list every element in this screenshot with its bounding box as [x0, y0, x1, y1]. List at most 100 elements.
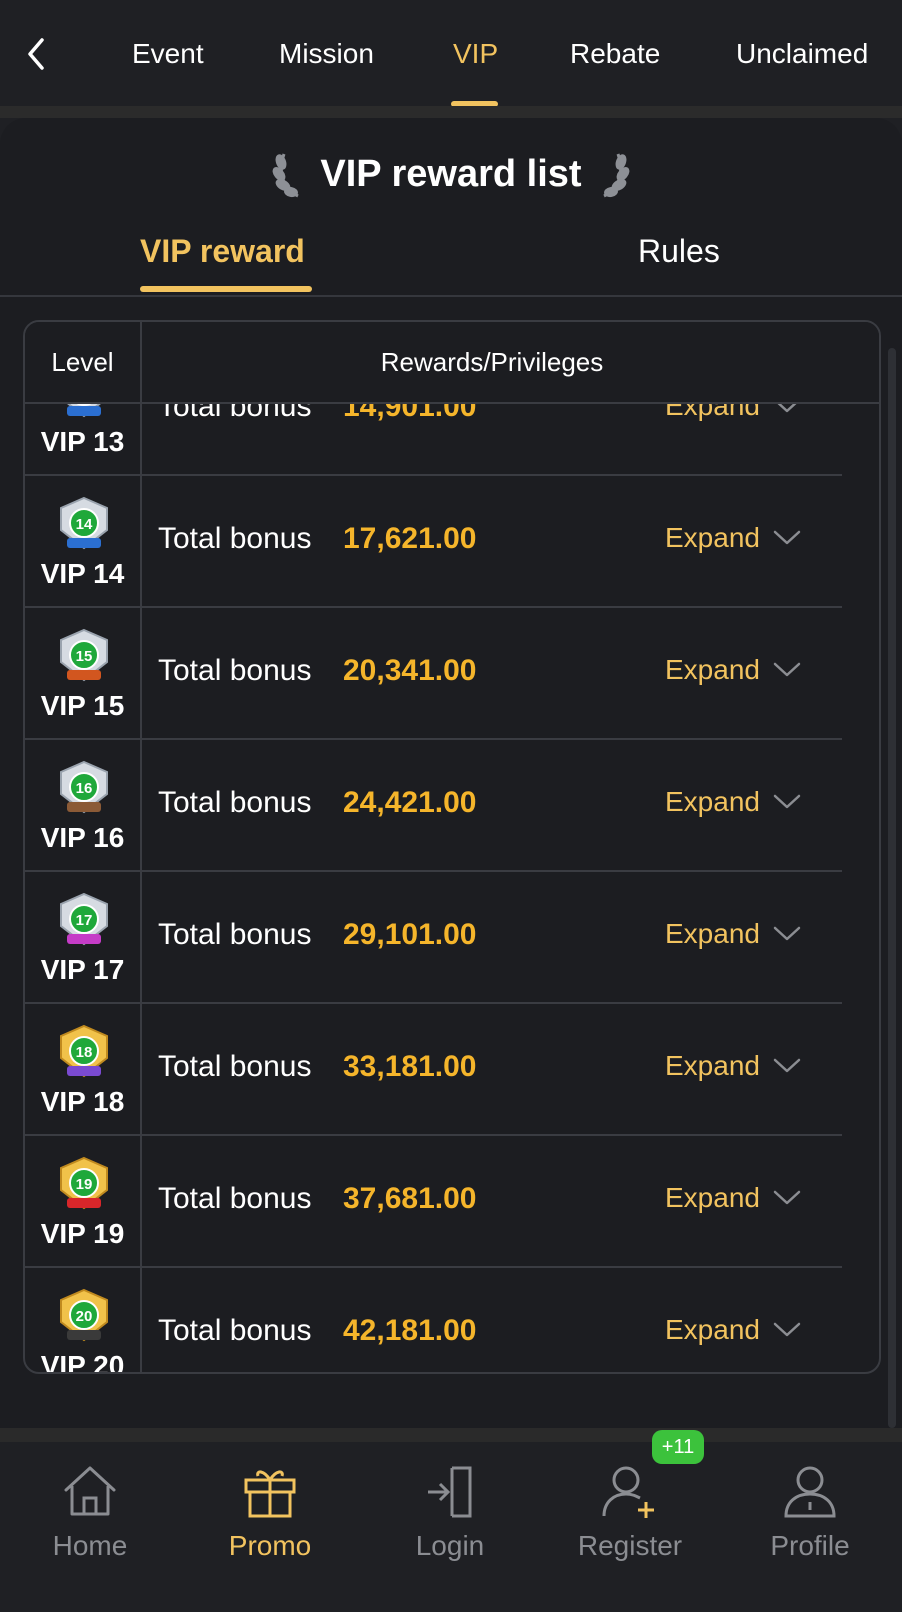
expand-button[interactable]: Expand	[665, 1182, 802, 1214]
chevron-down-icon	[773, 530, 801, 545]
badge-number: 20	[76, 1308, 93, 1325]
badge-number: 15	[76, 648, 93, 665]
divider	[0, 295, 902, 297]
expand-label: Expand	[665, 522, 760, 553]
vip-badge-icon: 13	[67, 404, 101, 418]
laurel-right-icon	[602, 153, 630, 198]
bonus-value: 29,101.00	[343, 918, 477, 951]
level-label: VIP 20	[40, 1350, 125, 1374]
tab-rebate[interactable]: Rebate	[570, 34, 660, 74]
expand-label: Expand	[665, 786, 760, 817]
table-row: 17 VIP 17 Total bonus 29,101.00 Expand	[25, 872, 842, 1004]
bonus-label: Total bonus	[158, 522, 312, 555]
gift-icon	[244, 1470, 296, 1518]
vip-badge-icon: 15	[60, 628, 108, 682]
tab-event[interactable]: Event	[132, 34, 204, 74]
sheet-header: VIP reward list	[0, 144, 902, 204]
badge-ribbon	[67, 934, 101, 944]
badge-ribbon	[67, 802, 101, 812]
badge-ribbon	[67, 1330, 101, 1340]
column-header-rewards: Rewards/Privileges	[380, 347, 604, 377]
table-row: 13 VIP 13 Total bonus 14,901.00 Expand	[25, 404, 842, 476]
level-cell: 15 VIP 15	[25, 608, 142, 738]
scrollbar[interactable]	[888, 348, 896, 1428]
home-icon	[64, 1466, 116, 1516]
expand-button[interactable]: Expand	[665, 918, 802, 950]
table-body: 13 VIP 13 Total bonus 14,901.00 Expand	[25, 404, 879, 1374]
bonus-value: 14,901.00	[343, 404, 477, 423]
badge-ribbon	[67, 406, 101, 416]
table-row: 20 VIP 20 Total bonus 42,181.00 Expand	[25, 1268, 842, 1374]
expand-button[interactable]: Expand	[665, 522, 802, 554]
bonus-label: Total bonus	[158, 654, 312, 687]
notification-badge: +11	[652, 1430, 704, 1464]
table-row: 15 VIP 15 Total bonus 20,341.00 Expand	[25, 608, 842, 740]
bonus-value: 24,421.00	[343, 786, 477, 819]
expand-label: Expand	[665, 1314, 760, 1345]
table-scroll-area[interactable]: 13 VIP 13 Total bonus 14,901.00 Expand	[25, 404, 879, 1374]
expand-button[interactable]: Expand	[665, 1314, 802, 1346]
level-cell: 16 VIP 16	[25, 740, 142, 870]
divider	[0, 106, 902, 118]
tab-unclaimed[interactable]: Unclaimed	[736, 34, 868, 74]
expand-button[interactable]: Expand	[665, 786, 802, 818]
chevron-down-icon	[773, 1058, 801, 1073]
bonus-value: 20,341.00	[343, 654, 477, 687]
vip-badge-icon: 20	[60, 1288, 108, 1342]
nav-label: Login	[415, 1530, 485, 1561]
nav-label: Profile	[770, 1530, 850, 1561]
table-row: 18 VIP 18 Total bonus 33,181.00 Expand	[25, 1004, 842, 1136]
nav-label: Register	[577, 1530, 683, 1561]
nav-profile[interactable]: Profile	[720, 1442, 900, 1612]
nav-register[interactable]: Register	[540, 1442, 720, 1612]
bonus-label: Total bonus	[158, 918, 312, 951]
badge-number: 19	[76, 1176, 93, 1193]
table-row: 14 VIP 14 Total bonus 17,621.00 Expand	[25, 476, 842, 608]
chevron-down-icon	[773, 926, 801, 941]
bonus-label: Total bonus	[158, 1314, 312, 1347]
tab-rules[interactable]: Rules	[638, 226, 720, 276]
badge-number: 18	[76, 1044, 93, 1061]
chevron-down-icon	[777, 404, 797, 413]
level-cell: 14 VIP 14	[25, 476, 142, 606]
nav-home[interactable]: Home	[0, 1442, 180, 1612]
chevron-down-icon	[773, 662, 801, 677]
profile-icon	[784, 1466, 836, 1518]
sheet-title: VIP reward list	[320, 152, 582, 195]
back-button[interactable]	[22, 34, 52, 74]
nav-label: Home	[52, 1530, 128, 1561]
chevron-left-icon	[28, 38, 44, 70]
level-label: VIP 13	[40, 426, 125, 457]
expand-label: Expand	[665, 404, 760, 421]
tab-vip-reward[interactable]: VIP reward	[140, 226, 305, 276]
tab-mission[interactable]: Mission	[279, 34, 374, 74]
expand-button[interactable]: Expand	[665, 404, 802, 422]
bonus-label: Total bonus	[158, 1050, 312, 1083]
chevron-down-icon	[773, 1322, 801, 1337]
badge-number: 16	[76, 780, 93, 797]
badge-number: 17	[76, 912, 93, 929]
bonus-label: Total bonus	[158, 1182, 312, 1215]
bottom-nav: Home Promo Login Register Profile +11	[0, 1430, 902, 1612]
table-header: Level Rewards/Privileges	[25, 322, 879, 404]
vip-badge-icon: 19	[60, 1156, 108, 1210]
level-cell: 20 VIP 20	[25, 1268, 142, 1374]
expand-button[interactable]: Expand	[665, 654, 802, 686]
nav-login[interactable]: Login	[360, 1442, 540, 1612]
table-row: 16 VIP 16 Total bonus 24,421.00 Expand	[25, 740, 842, 872]
level-label: VIP 16	[40, 822, 125, 853]
expand-label: Expand	[665, 1182, 760, 1213]
level-label: VIP 14	[40, 558, 125, 589]
tab-vip[interactable]: VIP	[453, 34, 498, 74]
vip-badge-icon: 14	[60, 496, 108, 550]
level-label: VIP 19	[40, 1218, 125, 1249]
bonus-value: 17,621.00	[343, 522, 477, 555]
level-cell: 18 VIP 18	[25, 1004, 142, 1134]
expand-label: Expand	[665, 1050, 760, 1081]
nav-promo[interactable]: Promo	[180, 1442, 360, 1612]
badge-ribbon	[67, 538, 101, 548]
badge-ribbon	[67, 670, 101, 680]
expand-button[interactable]: Expand	[665, 1050, 802, 1082]
bonus-label: Total bonus	[158, 786, 312, 819]
level-cell: 13 VIP 13	[25, 404, 142, 474]
